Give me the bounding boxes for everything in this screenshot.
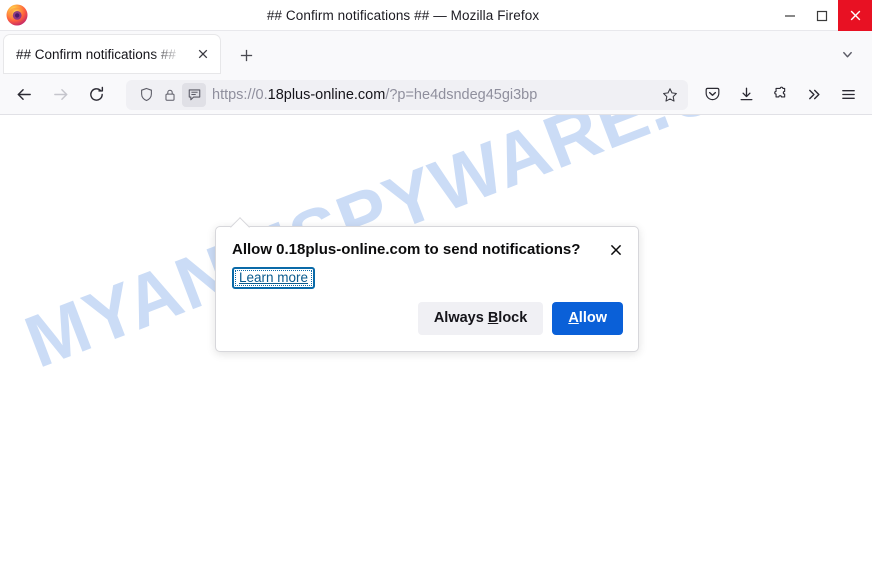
hamburger-menu-button[interactable] [832, 79, 864, 111]
address-bar[interactable]: https://0.18plus-online.com/?p=he4dsndeg… [126, 79, 688, 110]
allow-suffix: llow [578, 310, 607, 326]
close-window-button[interactable] [838, 0, 872, 31]
always-block-prefix: Always [433, 310, 488, 326]
downloads-button[interactable] [730, 79, 762, 111]
dialog-header: Allow 0.18plus-online.com to send notifi… [216, 227, 638, 262]
back-button[interactable] [8, 79, 40, 111]
reload-button[interactable] [80, 79, 112, 111]
dialog-actions: Always Block Allow [216, 289, 638, 351]
overflow-chevrons-icon[interactable] [798, 79, 830, 111]
forward-button[interactable] [44, 79, 76, 111]
learn-more-link[interactable]: Learn more [232, 267, 316, 289]
browser-window: ## Confirm notifications ## — Mozilla Fi… [0, 0, 872, 584]
bookmark-star-icon[interactable] [656, 82, 684, 108]
always-block-accel: B [487, 310, 499, 326]
minimize-button[interactable] [774, 0, 806, 31]
notification-permission-dialog: Allow 0.18plus-online.com to send notifi… [215, 226, 639, 352]
url-prefix: https://0. [212, 86, 268, 103]
lock-padlock-icon[interactable] [158, 83, 182, 107]
firefox-logo-icon [5, 3, 29, 27]
dialog-close-icon[interactable] [604, 238, 628, 262]
window-controls [774, 0, 872, 31]
title-bar: ## Confirm notifications ## — Mozilla Fi… [0, 0, 872, 31]
navigation-toolbar: https://0.18plus-online.com/?p=he4dsndeg… [0, 75, 872, 115]
url-text: https://0.18plus-online.com/?p=he4dsndeg… [212, 87, 656, 103]
allow-button[interactable]: Allow [552, 302, 623, 335]
notification-permission-icon[interactable] [182, 82, 206, 107]
pocket-save-button[interactable] [696, 79, 728, 111]
tab-title: ## Confirm notifications ## [16, 46, 176, 62]
allow-accel: A [568, 310, 579, 326]
url-host: 18plus-online.com [267, 86, 386, 103]
url-suffix: /?p=he4dsndeg45gi3bp [385, 86, 538, 103]
always-block-suffix: lock [498, 310, 528, 326]
list-all-tabs-chevron-down-icon[interactable] [832, 39, 862, 69]
page-content: MYANTISPYWARE.COM Please tap the Allow b… [0, 115, 872, 584]
close-tab-icon[interactable] [192, 43, 214, 65]
extensions-button[interactable] [764, 79, 796, 111]
dialog-title: Allow 0.18plus-online.com to send notifi… [232, 241, 581, 258]
window-title: ## Confirm notifications ## — Mozilla Fi… [266, 7, 540, 23]
new-tab-button[interactable] [230, 39, 262, 71]
always-block-button[interactable]: Always Block [417, 302, 544, 335]
tab-strip: ## Confirm notifications ## [0, 31, 872, 75]
browser-tab[interactable]: ## Confirm notifications ## [4, 35, 220, 73]
shield-tracking-protection-icon[interactable] [134, 83, 158, 107]
maximize-button[interactable] [806, 0, 838, 31]
